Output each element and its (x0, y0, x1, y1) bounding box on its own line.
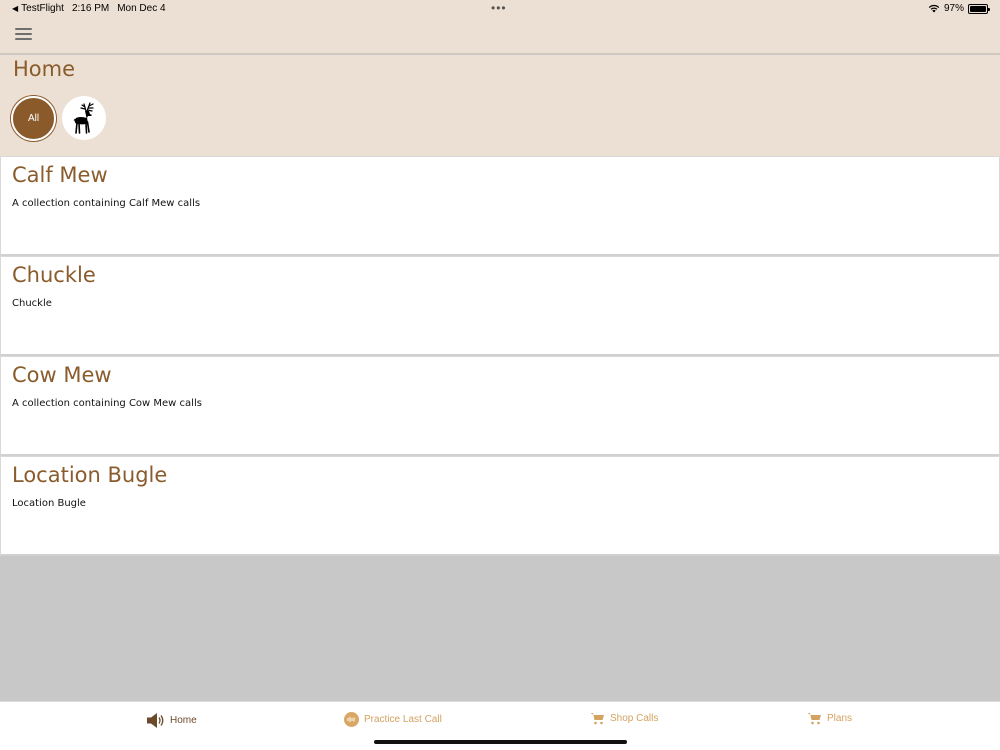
tab-home-label: Home (170, 715, 197, 726)
battery-fill (970, 5, 986, 12)
status-time: 2:16 PM (71, 3, 110, 14)
tab-plans[interactable]: Plans (807, 712, 852, 725)
collection-description: A collection containing Cow Mew calls (12, 398, 202, 409)
home-header: Home All (0, 55, 1000, 156)
collection-description: Location Bugle (12, 498, 86, 509)
wifi-icon (928, 4, 940, 13)
status-left: ◀ TestFlight 2:16 PM Mon Dec 4 (12, 3, 166, 14)
collection-title: Chuckle (12, 263, 96, 287)
tab-home[interactable]: Home (146, 712, 197, 729)
page-title: Home (13, 57, 76, 81)
filter-elk-button[interactable] (62, 96, 106, 140)
collection-item-location-bugle[interactable]: Location Bugle Location Bugle (0, 456, 1000, 556)
cart-icon (807, 713, 821, 725)
back-arrow-icon[interactable]: ◀ (12, 4, 18, 13)
status-bar: ◀ TestFlight 2:16 PM Mon Dec 4 ••• 97% (0, 0, 1000, 18)
collection-description: Chuckle (12, 298, 52, 309)
cart-icon (590, 713, 604, 725)
practice-icon (344, 712, 359, 727)
collection-description: A collection containing Calf Mew calls (12, 198, 201, 209)
tab-shop-calls[interactable]: Shop Calls (590, 712, 658, 725)
battery-icon (968, 3, 990, 14)
battery-percent: 97% (943, 3, 964, 14)
multitasking-dots-icon[interactable]: ••• (491, 1, 507, 15)
elk-icon (73, 102, 94, 134)
collection-item-chuckle[interactable]: Chuckle Chuckle (0, 256, 1000, 356)
status-right: 97% (928, 3, 990, 14)
collection-title: Location Bugle (12, 463, 168, 487)
filter-all-label: All (27, 113, 40, 124)
collection-item-cow-mew[interactable]: Cow Mew A collection containing Cow Mew … (0, 356, 1000, 456)
collection-title: Cow Mew (12, 363, 112, 387)
back-app-label[interactable]: TestFlight (21, 3, 64, 14)
nav-bar (0, 18, 1000, 54)
tab-practice-label: Practice Last Call (364, 714, 442, 725)
collection-list: Calf Mew A collection containing Calf Me… (0, 156, 1000, 556)
home-indicator[interactable] (374, 740, 627, 744)
tab-practice-last-call[interactable]: Practice Last Call (344, 712, 442, 727)
hamburger-menu-icon[interactable] (15, 28, 32, 42)
collection-title: Calf Mew (12, 163, 108, 187)
tab-plans-label: Plans (827, 713, 853, 724)
collection-item-calf-mew[interactable]: Calf Mew A collection containing Calf Me… (0, 156, 1000, 256)
speaker-icon (147, 713, 164, 728)
status-date: Mon Dec 4 (117, 3, 166, 14)
tab-shop-label: Shop Calls (610, 713, 659, 724)
filter-all-button[interactable]: All (11, 96, 56, 141)
